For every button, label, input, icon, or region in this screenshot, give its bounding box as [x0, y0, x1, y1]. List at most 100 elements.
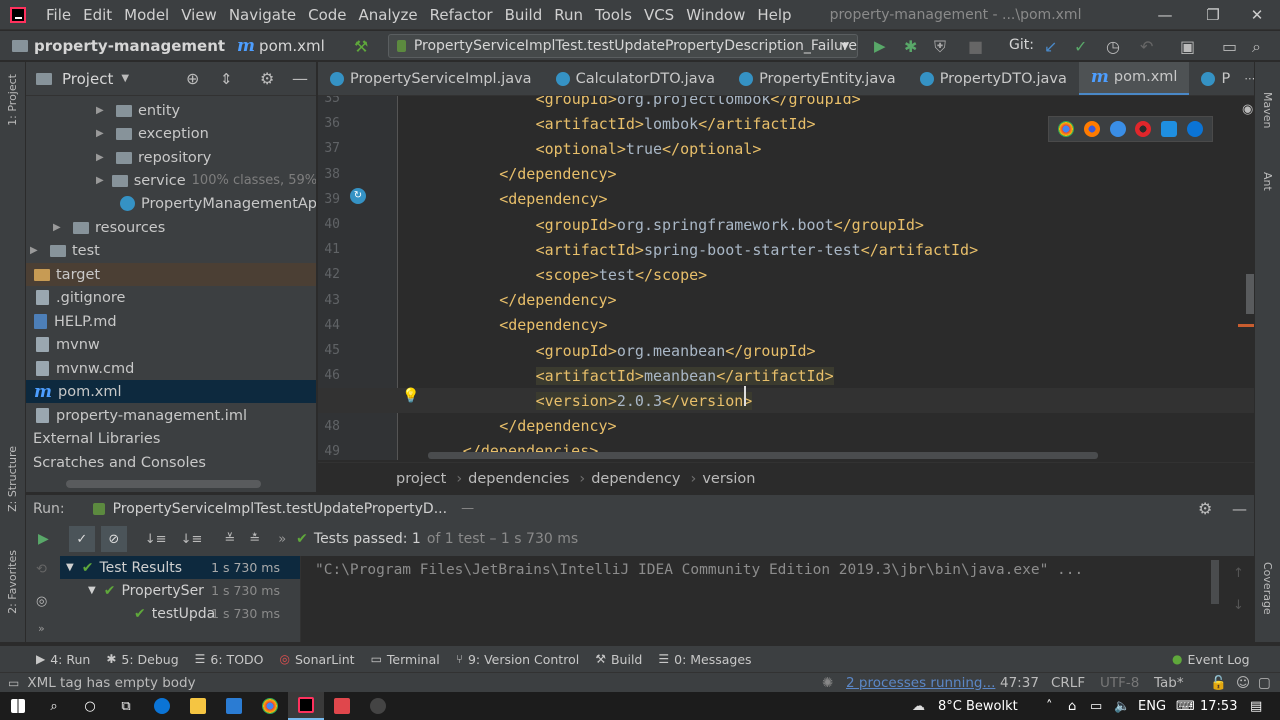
ant-tool-tab[interactable]: Ant: [1261, 172, 1274, 191]
run-config-tab[interactable]: PropertyServiceImplTest.testUpdateProper…: [113, 501, 448, 517]
tree-item-test[interactable]: ▶ test: [26, 239, 316, 262]
opera-icon[interactable]: [1135, 121, 1152, 137]
tool-todo[interactable]: ☰ 6: TODO: [195, 652, 264, 667]
cursor-position[interactable]: 47:37: [1000, 675, 1039, 691]
tool-terminal[interactable]: ▭ Terminal: [371, 652, 440, 667]
project-structure-icon[interactable]: ▣: [1180, 37, 1195, 56]
menu-refactor[interactable]: Refactor: [424, 6, 499, 24]
nav-file[interactable]: pom.xml: [259, 37, 325, 55]
close-icon[interactable]: ✕: [1234, 0, 1280, 30]
keyboard-icon[interactable]: ⌨: [1176, 699, 1195, 714]
line-separator[interactable]: CRLF: [1051, 675, 1085, 691]
test-result-root[interactable]: ▼ ✔ Test Results 1 s 730 ms: [60, 556, 300, 579]
language-indicator[interactable]: ENG: [1138, 699, 1166, 714]
sort-alpha-icon[interactable]: ↓≡: [145, 532, 167, 547]
search-icon[interactable]: ⌕: [36, 692, 72, 720]
project-tool-tab[interactable]: 1: Project: [6, 74, 19, 126]
tab-calculator-dto[interactable]: CalculatorDTO.java: [544, 62, 727, 95]
bulb-icon[interactable]: 💡: [402, 388, 419, 404]
more-icon[interactable]: »: [38, 622, 45, 635]
tree-item-mvnw[interactable]: mvnw: [26, 333, 316, 356]
battery-icon[interactable]: ▭: [1090, 699, 1102, 714]
favorites-tool-tab[interactable]: 2: Favorites: [6, 550, 19, 614]
task-view-icon[interactable]: ⧉: [108, 692, 144, 720]
tab-property-dto[interactable]: PropertyDTO.java: [908, 62, 1079, 95]
lock-icon[interactable]: 🔓: [1210, 675, 1227, 691]
more-tabs-icon[interactable]: ⋯: [1244, 72, 1254, 85]
collapse-all-icon[interactable]: ≛: [249, 532, 260, 547]
menu-window[interactable]: Window: [680, 6, 751, 24]
rollback-icon[interactable]: ↶: [1140, 37, 1153, 56]
menu-build[interactable]: Build: [499, 6, 549, 24]
menu-code[interactable]: Code: [302, 6, 352, 24]
rerun-icon[interactable]: ▶: [38, 531, 49, 547]
chrome-icon[interactable]: [1057, 121, 1074, 137]
tree-item-mvnw-cmd[interactable]: mvnw.cmd: [26, 357, 316, 380]
ie-icon[interactable]: [1161, 121, 1178, 137]
menu-vcs[interactable]: VCS: [638, 6, 680, 24]
tree-item-entity[interactable]: ▶ entity: [26, 99, 316, 122]
cortana-icon[interactable]: ○: [72, 692, 108, 720]
horizontal-scrollbar[interactable]: [66, 480, 261, 488]
camera-icon[interactable]: ◎: [36, 594, 47, 609]
expand-all-icon[interactable]: ≚: [224, 532, 235, 547]
gear-icon[interactable]: ⚙: [1198, 499, 1212, 518]
menu-tools[interactable]: Tools: [589, 6, 638, 24]
menu-navigate[interactable]: Navigate: [223, 6, 302, 24]
collapse-arrow-icon[interactable]: ▼: [88, 585, 96, 596]
nav-project[interactable]: property-management: [34, 37, 225, 55]
vertical-scrollbar[interactable]: [1211, 560, 1219, 604]
chrome-taskbar-icon[interactable]: [252, 692, 288, 720]
error-stripe-marker[interactable]: [1238, 324, 1254, 327]
indent-setting[interactable]: Tab*: [1154, 675, 1184, 691]
inspector-icon[interactable]: ☺: [1236, 675, 1250, 691]
stop-icon[interactable]: ■: [968, 37, 983, 56]
history-icon[interactable]: ◷: [1106, 37, 1120, 56]
safari-icon[interactable]: [1109, 121, 1126, 137]
menu-file[interactable]: File: [40, 6, 77, 24]
tree-item-external-libraries[interactable]: External Libraries: [26, 427, 316, 450]
run-config-select[interactable]: PropertyServiceImplTest.testUpdateProper…: [388, 34, 858, 58]
scroll-down-icon[interactable]: ↓: [1233, 598, 1244, 613]
test-result-method[interactable]: ✔ testUpda 1 s 730 ms: [60, 602, 300, 625]
menu-model[interactable]: Model: [118, 6, 175, 24]
show-ignored-icon[interactable]: ⊘: [100, 526, 127, 552]
tree-item-scratches[interactable]: Scratches and Consoles: [26, 451, 316, 474]
intellij-taskbar-icon[interactable]: [288, 692, 324, 720]
coverage-tool-tab[interactable]: Coverage: [1261, 562, 1274, 615]
expand-arrow-icon[interactable]: ▶: [96, 175, 104, 186]
minimize-icon[interactable]: —: [1142, 0, 1188, 30]
word-icon[interactable]: [216, 692, 252, 720]
project-panel-title[interactable]: Project: [62, 70, 113, 88]
recorder-icon[interactable]: [324, 692, 360, 720]
obs-icon[interactable]: [360, 692, 396, 720]
run-icon[interactable]: ▶: [874, 37, 886, 55]
expand-arrow-icon[interactable]: ▶: [96, 128, 108, 139]
tree-item-resources[interactable]: ▶ resources: [26, 216, 316, 239]
preview-eye-icon[interactable]: ◉: [1242, 102, 1253, 117]
tree-item-help-md[interactable]: HELP.md: [26, 310, 316, 333]
scroll-up-icon[interactable]: ↑: [1233, 566, 1244, 581]
memory-icon[interactable]: ▢: [1258, 675, 1271, 691]
tree-item-target[interactable]: target: [26, 263, 316, 286]
collapse-all-icon[interactable]: ⇕: [220, 70, 233, 88]
search-everywhere-icon[interactable]: ⌕: [1252, 37, 1261, 57]
horizontal-scrollbar[interactable]: [428, 452, 1098, 459]
clock[interactable]: 17:53: [1200, 699, 1237, 714]
menu-analyze[interactable]: Analyze: [353, 6, 424, 24]
coverage-icon[interactable]: ⛨: [934, 37, 946, 57]
crumb-dependency[interactable]: dependency: [591, 471, 680, 487]
tool-run[interactable]: ▶ 4: Run: [36, 652, 90, 667]
notifications-icon[interactable]: ▤: [1250, 699, 1262, 714]
show-passed-icon[interactable]: ✓: [68, 526, 95, 552]
collapse-arrow-icon[interactable]: ▼: [66, 562, 74, 573]
crumb-version[interactable]: version: [702, 471, 755, 487]
expand-arrow-icon[interactable]: ▶: [96, 105, 108, 116]
chevron-down-icon[interactable]: ▼: [121, 73, 129, 84]
hide-panel-icon[interactable]: —: [292, 69, 308, 88]
firefox-icon[interactable]: [1083, 121, 1100, 137]
processes-link[interactable]: 2 processes running...: [846, 675, 995, 691]
close-tab-icon[interactable]: —: [461, 501, 474, 516]
vertical-scrollbar[interactable]: [1246, 274, 1254, 314]
tab-pom-xml[interactable]: m pom.xml: [1078, 62, 1190, 95]
